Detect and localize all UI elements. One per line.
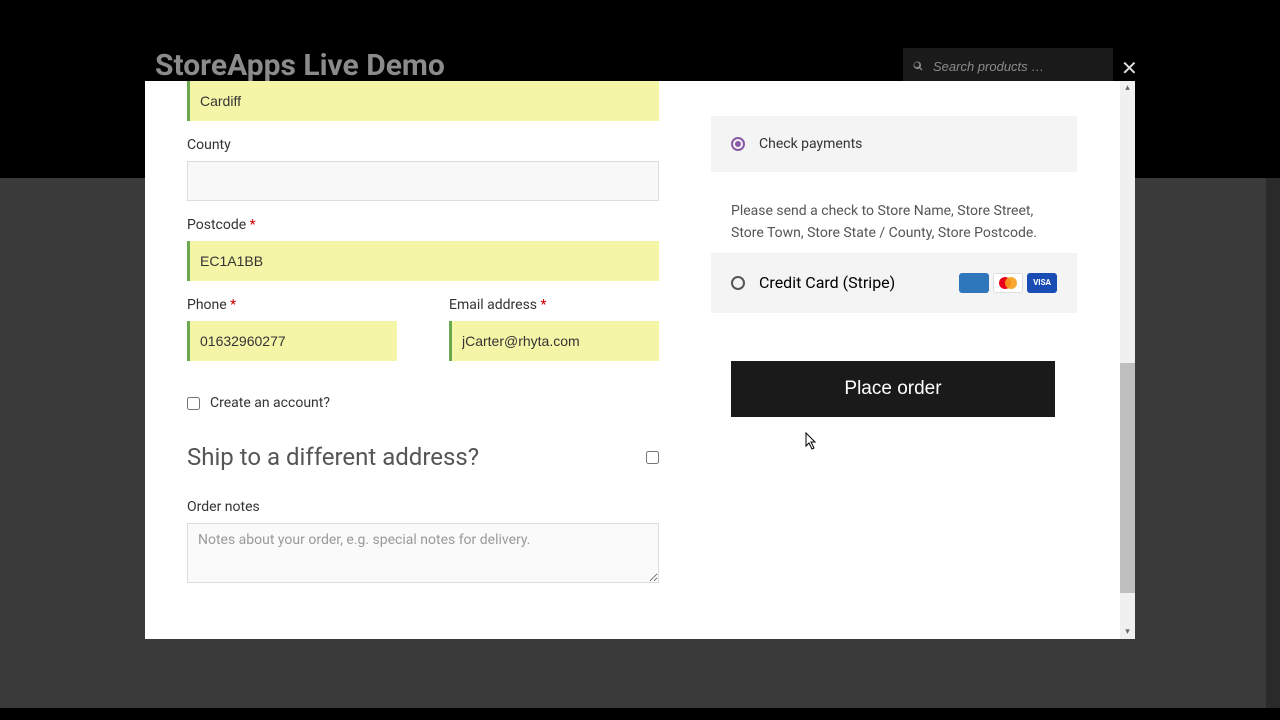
payment-cc-option[interactable]: Credit Card (Stripe) VISA bbox=[711, 253, 1077, 313]
search-input[interactable] bbox=[933, 59, 1103, 74]
mastercard-icon bbox=[993, 273, 1023, 293]
postcode-input[interactable] bbox=[187, 241, 659, 281]
town-input[interactable] bbox=[187, 81, 659, 121]
phone-input[interactable] bbox=[187, 321, 397, 361]
payment-check-option[interactable]: Check payments bbox=[711, 116, 1077, 172]
required-asterisk: * bbox=[541, 297, 547, 313]
create-account-label: Create an account? bbox=[210, 395, 330, 411]
search-box[interactable] bbox=[903, 48, 1113, 84]
email-label: Email address * bbox=[449, 297, 659, 313]
visa-icon: VISA bbox=[1027, 273, 1057, 293]
required-asterisk: * bbox=[230, 297, 236, 313]
footer-bar bbox=[0, 708, 1280, 720]
radio-unselected-icon[interactable] bbox=[731, 276, 745, 290]
create-account-checkbox[interactable] bbox=[187, 397, 200, 410]
order-notes-textarea[interactable] bbox=[187, 523, 659, 583]
postcode-label: Postcode * bbox=[187, 217, 659, 233]
ship-different-checkbox[interactable] bbox=[646, 451, 659, 464]
check-payments-label: Check payments bbox=[759, 136, 862, 152]
search-icon bbox=[913, 59, 923, 73]
site-title: StoreApps Live Demo bbox=[155, 48, 445, 83]
place-order-button[interactable]: Place order bbox=[731, 361, 1055, 417]
phone-label: Phone * bbox=[187, 297, 397, 313]
ship-different-heading: Ship to a different address? bbox=[187, 443, 479, 471]
card-icons: VISA bbox=[959, 273, 1057, 293]
radio-selected-icon[interactable] bbox=[731, 137, 745, 151]
scroll-down-icon[interactable]: ▾ bbox=[1122, 627, 1133, 637]
check-payments-desc: Please send a check to Store Name, Store… bbox=[711, 184, 1077, 253]
amex-icon bbox=[959, 273, 989, 293]
county-input[interactable] bbox=[187, 161, 659, 201]
cc-stripe-label: Credit Card (Stripe) bbox=[759, 273, 895, 292]
required-asterisk: * bbox=[250, 217, 256, 233]
checkout-modal: ▴ ▾ Town / City * County Postcode * bbox=[145, 81, 1135, 639]
email-input[interactable] bbox=[449, 321, 659, 361]
county-label: County bbox=[187, 137, 659, 153]
close-icon[interactable]: ✕ bbox=[1121, 56, 1138, 80]
order-notes-label: Order notes bbox=[187, 499, 659, 515]
